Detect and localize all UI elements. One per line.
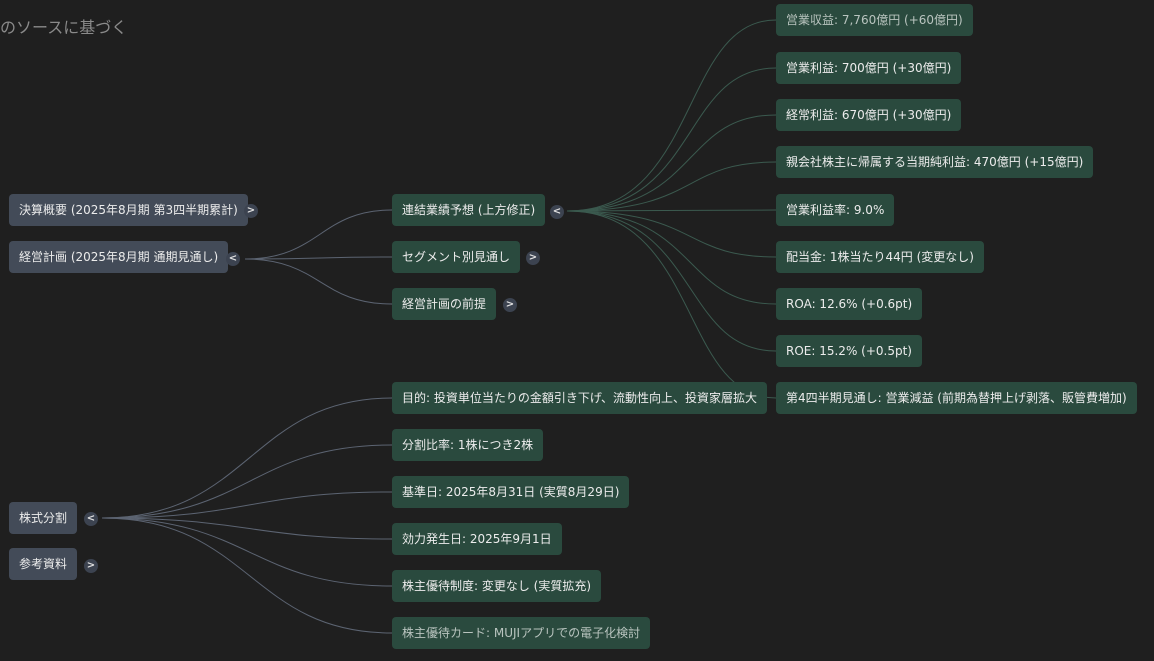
page-title: のソースに基づく [0,18,128,37]
node-plan-premises[interactable]: 経営計画の前提 [392,288,497,320]
expand-toggle-segment-outlook[interactable]: > [526,251,540,265]
link-split-2 [101,444,393,519]
node-operating-margin[interactable]: 営業利益率: 9.0% [776,194,895,226]
node-effective-date[interactable]: 効力発生日: 2025年9月1日 [392,523,562,555]
link-forecast-2 [566,67,777,212]
node-ordinary-profit[interactable]: 経常利益: 670億円 (+30億円) [776,99,962,131]
collapse-toggle-business-plan[interactable]: < [226,252,240,266]
node-business-plan[interactable]: 経営計画 (2025年8月期 通期見通し) [9,241,229,273]
link-plan-segment [244,256,393,260]
link-forecast-5 [566,209,777,212]
node-split-purpose[interactable]: 目的: 投資単位当たりの金額引き下げ、流動性向上、投資家層拡大 [392,382,768,414]
link-forecast-6 [566,210,777,258]
link-forecast-9 [566,210,777,399]
node-benefit-card[interactable]: 株主優待カード: MUJIアプリでの電子化検討 [392,617,651,649]
collapse-toggle-consolidated-forecast[interactable]: < [550,205,564,219]
node-consolidated-forecast[interactable]: 連結業績予想 (上方修正) [392,194,546,226]
node-roe[interactable]: ROE: 15.2% (+0.5pt) [776,335,922,367]
expand-toggle-financial-summary[interactable]: > [244,204,258,218]
node-segment-outlook[interactable]: セグメント別見通し [392,241,521,273]
mindmap-canvas: のソースに基づく 決算概要 (2025年8月期 第3四半期累計) > 経営計画 … [0,0,1154,661]
expand-toggle-references[interactable]: > [84,559,98,573]
node-financial-summary[interactable]: 決算概要 (2025年8月期 第3四半期累計) [9,194,248,226]
collapse-toggle-stock-split[interactable]: < [84,512,98,526]
link-plan-premise [244,258,393,305]
link-forecast-4 [566,161,777,212]
link-forecast-3 [566,114,777,212]
node-operating-profit[interactable]: 営業利益: 700億円 (+30億円) [776,52,962,84]
node-roa[interactable]: ROA: 12.6% (+0.6pt) [776,288,923,320]
node-record-date[interactable]: 基準日: 2025年8月31日 (実質8月29日) [392,476,630,508]
link-forecast-7 [566,210,777,305]
link-forecast-8 [566,210,777,352]
node-shareholder-benefits[interactable]: 株主優待制度: 変更なし (実質拡充) [392,570,602,602]
link-split-6 [101,517,393,634]
link-split-3 [101,491,393,519]
node-net-income[interactable]: 親会社株主に帰属する当期純利益: 470億円 (+15億円) [776,146,1094,178]
link-split-4 [101,517,393,540]
link-forecast-1 [566,19,777,212]
link-split-5 [101,517,393,587]
node-operating-revenue[interactable]: 営業収益: 7,760億円 (+60億円) [776,4,973,36]
node-q4-outlook[interactable]: 第4四半期見通し: 営業減益 (前期為替押上げ剥落、販管費増加) [776,382,1137,414]
node-references[interactable]: 参考資料 [9,548,78,580]
link-split-1 [101,397,393,519]
node-stock-split[interactable]: 株式分割 [9,502,78,534]
expand-toggle-plan-premises[interactable]: > [503,298,517,312]
node-dividend[interactable]: 配当金: 1株当たり44円 (変更なし) [776,241,984,273]
link-plan-forecast [244,209,393,260]
mindmap-links [101,19,777,634]
node-split-ratio[interactable]: 分割比率: 1株につき2株 [392,429,544,461]
